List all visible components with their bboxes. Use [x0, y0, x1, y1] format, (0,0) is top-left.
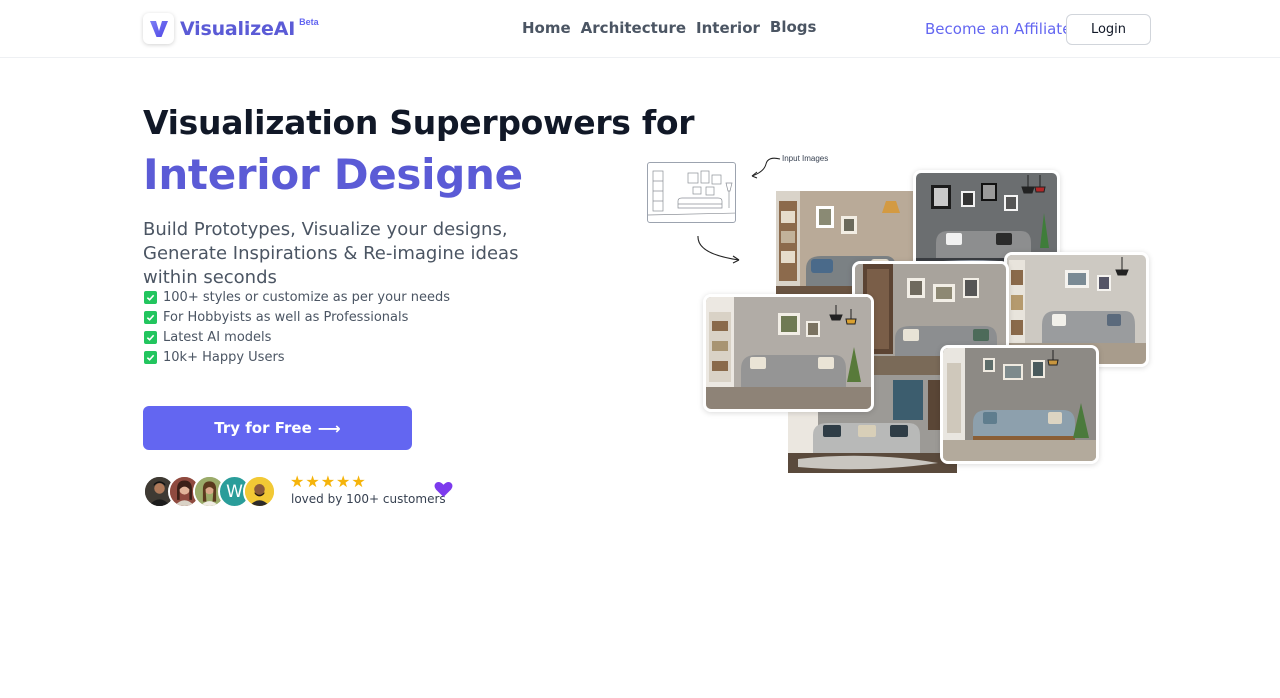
v-logo-icon: [143, 13, 174, 44]
login-button[interactable]: Login: [1066, 14, 1151, 45]
checkbox-checked-icon: [144, 330, 157, 344]
rating-stars: ★ ★ ★ ★ ★: [290, 472, 366, 492]
try-for-free-button[interactable]: Try for Free ⟶: [143, 406, 412, 450]
hero-title-highlight: Interior Designe: [143, 150, 523, 199]
checkbox-checked-icon: [144, 350, 157, 364]
brand-logo[interactable]: VisualizeAI Beta: [143, 13, 319, 44]
heart-icon: [434, 481, 453, 503]
list-item: 10k+ Happy Users: [144, 347, 450, 367]
checkbox-checked-icon: [144, 290, 157, 304]
list-item: 100+ styles or customize as per your nee…: [144, 287, 450, 307]
nav-home[interactable]: Home: [522, 19, 571, 37]
hero-title: Visualization Superpowers for: [143, 103, 695, 142]
feature-list: 100+ styles or customize as per your nee…: [144, 287, 450, 367]
feature-text: 100+ styles or customize as per your nee…: [163, 289, 451, 305]
loved-by-text: loved by 100+ customers: [291, 492, 446, 506]
interior-render-image: [703, 294, 874, 412]
nav-blogs[interactable]: Blogs: [770, 18, 817, 36]
feature-text: Latest AI models: [163, 329, 272, 345]
site-header: VisualizeAI Beta Home Architecture Inter…: [0, 0, 1280, 58]
feature-text: For Hobbyists as well as Professionals: [163, 309, 409, 325]
star-icon: ★: [290, 474, 305, 491]
checkbox-checked-icon: [144, 310, 157, 324]
nav-interior[interactable]: Interior: [696, 19, 760, 37]
customer-avatars: W: [143, 475, 276, 508]
curved-arrow-icon: [697, 235, 740, 264]
hero-collage: Input Images: [640, 150, 1160, 490]
hero-subtitle: Build Prototypes, Visualize your designs…: [143, 219, 519, 288]
arrow-right-icon: ⟶: [317, 418, 341, 438]
list-item: Latest AI models: [144, 327, 450, 347]
avatar: [243, 475, 276, 508]
interior-render-image: [940, 345, 1099, 464]
input-images-annotation: Input Images: [782, 154, 829, 163]
brand-name: VisualizeAI: [180, 17, 296, 40]
star-icon: ★: [336, 474, 351, 491]
star-icon: ★: [351, 474, 366, 491]
nav-architecture[interactable]: Architecture: [581, 19, 686, 37]
list-item: For Hobbyists as well as Professionals: [144, 307, 450, 327]
beta-badge: Beta: [299, 16, 319, 27]
star-icon: ★: [320, 474, 336, 491]
main-nav: Home Architecture Interior Blogs: [522, 18, 817, 37]
input-sketch-image: [647, 162, 736, 223]
feature-text: 10k+ Happy Users: [163, 349, 285, 365]
become-affiliate-link[interactable]: Become an Affiliate: [925, 20, 1071, 38]
cta-label: Try for Free: [214, 419, 312, 437]
star-icon: ★: [305, 474, 320, 491]
curved-arrow-icon: [751, 157, 781, 179]
